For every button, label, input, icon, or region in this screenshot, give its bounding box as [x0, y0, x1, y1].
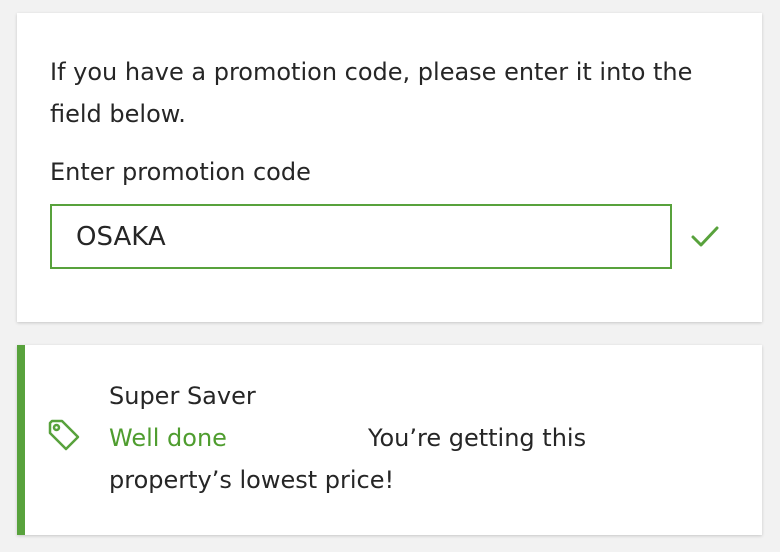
check-icon [691, 226, 719, 247]
deal-status: Well done [109, 424, 227, 452]
promotion-code-card: If you have a promotion code, please ent… [17, 13, 762, 322]
promotion-code-input[interactable] [50, 204, 672, 269]
tag-icon [48, 419, 80, 451]
deal-name: Super Saver [109, 382, 256, 410]
deal-text: Super Saver Well done You’re getting this… [109, 375, 669, 501]
deal-card: Super Saver Well done You’re getting this… [17, 345, 762, 535]
promotion-code-label: Enter promotion code [50, 158, 311, 186]
promotion-instructions: If you have a promotion code, please ent… [50, 58, 693, 128]
